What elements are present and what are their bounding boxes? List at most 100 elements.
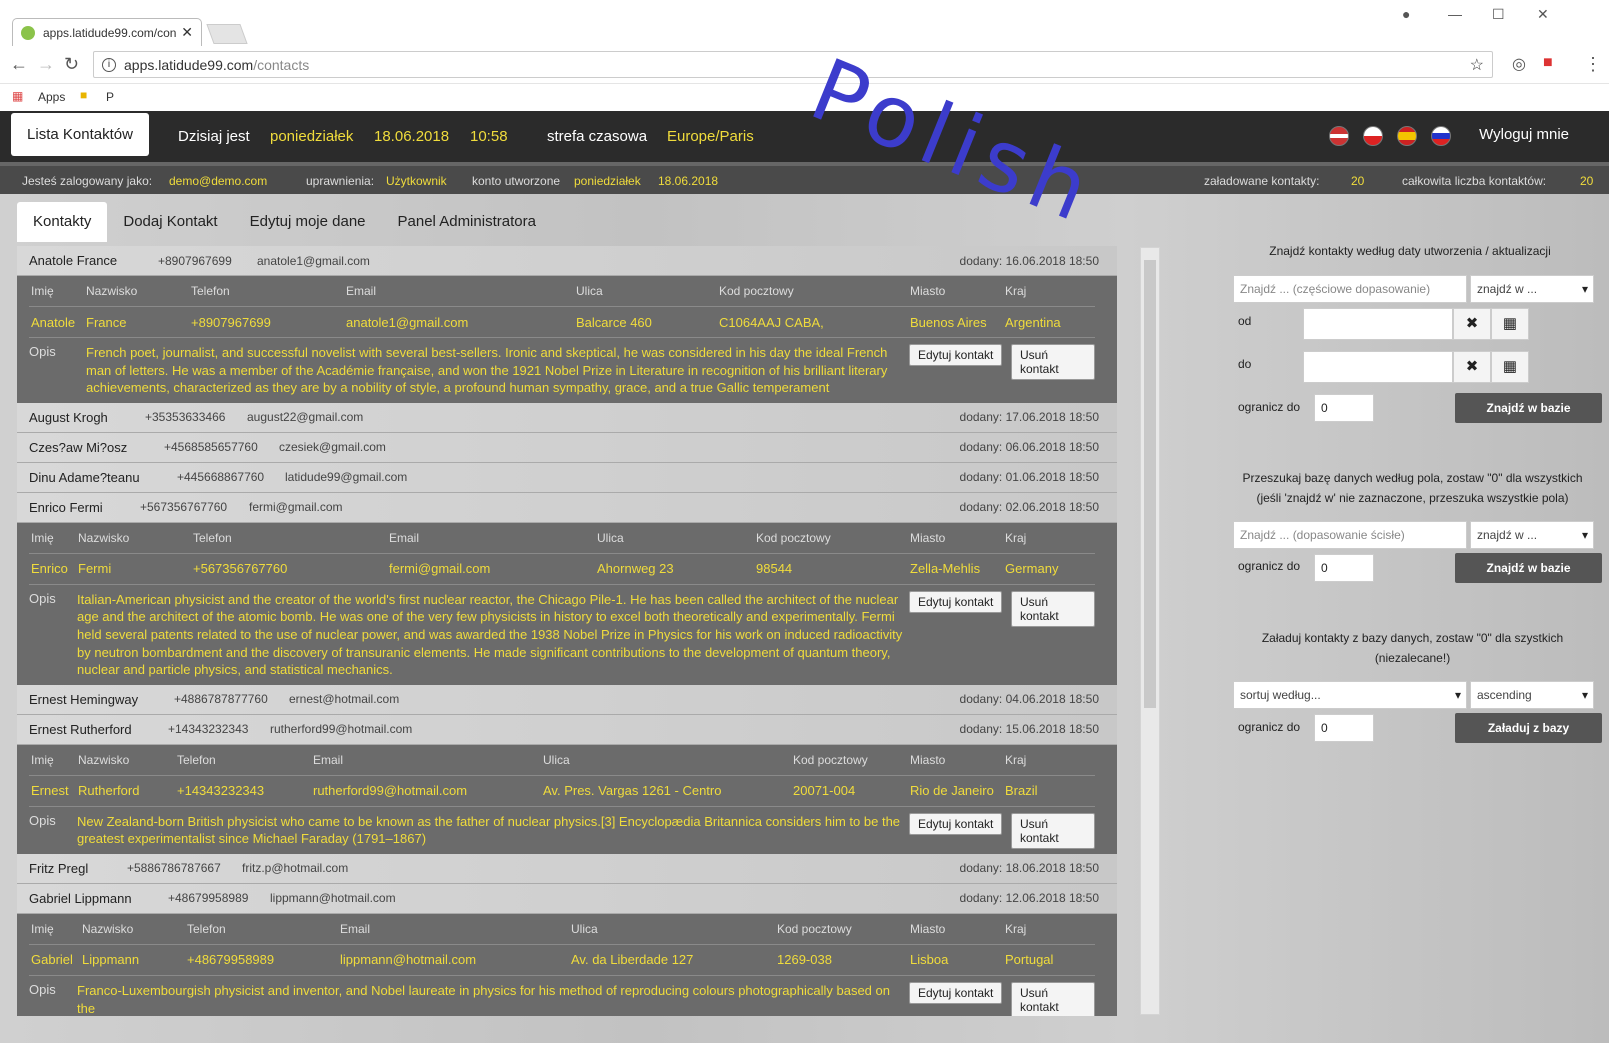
contact-row[interactable]: Czes?aw Mi?osz +4568585657760 czesiek@gm… [17, 432, 1117, 463]
value-imie: Ernest [31, 783, 69, 799]
col-telefon: Telefon [193, 530, 232, 545]
value-email: lippmann@hotmail.com [340, 952, 477, 968]
limit-input[interactable]: 0 [1314, 714, 1374, 742]
scrollbar-thumb[interactable] [1144, 260, 1156, 708]
col-email: Email [313, 752, 344, 767]
field-search-title: Przeszukaj bazę danych według pola, zost… [1242, 471, 1583, 485]
star-icon[interactable]: ☆ [1470, 55, 1484, 75]
brand-button[interactable]: Lista Kontaktów [11, 113, 149, 156]
contact-email: anatole1@gmail.com [257, 253, 370, 268]
edit-contact-button[interactable]: Edytuj kontakt [909, 812, 1003, 835]
bookmark-p[interactable]: P [106, 90, 114, 104]
value-imie: Anatole [31, 314, 76, 330]
apps-grid-icon[interactable]: ▦ [12, 89, 23, 103]
contact-row[interactable]: Enrico Fermi +567356767760 fermi@gmail.c… [17, 492, 1117, 523]
bookmark-apps[interactable]: Apps [38, 90, 65, 104]
calendar-to-icon[interactable]: ▦ [1491, 351, 1529, 383]
find-in-db-button[interactable]: Znajdź w bazie [1455, 553, 1602, 583]
date-find-in-select[interactable]: znajdź w ... [1470, 275, 1594, 303]
maximize-icon[interactable]: ☐ [1492, 6, 1505, 23]
field-search-subtitle: (jeśli 'znajdź w' nie zaznaczone, przesz… [1256, 491, 1569, 505]
delete-contact-button[interactable]: Usuń kontakt [1011, 812, 1095, 849]
col-kraj: Kraj [1005, 921, 1027, 936]
flag-es-icon[interactable] [1397, 126, 1417, 146]
sort-by-select[interactable]: sortuj według... [1233, 681, 1467, 709]
col-imie: Imię [31, 530, 54, 545]
timezone-value: Europe/Paris [667, 128, 754, 145]
contact-row[interactable]: Ernest Rutherford +14343232343 rutherfor… [17, 714, 1117, 745]
contact-phone: +4886787877760 [174, 692, 268, 707]
delete-contact-button[interactable]: Usuń kontakt [1011, 590, 1095, 627]
logout-button[interactable]: Wyloguj mnie [1479, 126, 1569, 143]
new-tab-button[interactable] [206, 24, 248, 44]
date-search-input[interactable]: Znajdź ... (częściowe dopasowanie) [1233, 275, 1467, 303]
contact-row[interactable]: Gabriel Lippmann +48679958989 lippmann@h… [17, 883, 1117, 914]
flag-ru-icon[interactable] [1431, 126, 1451, 146]
contact-email: fritz.p@hotmail.com [242, 861, 349, 876]
tab-dodaj-kontakt[interactable]: Dodaj Kontakt [107, 202, 233, 242]
address-bar[interactable]: i apps.latidude99.com /contacts ☆ [93, 51, 1493, 78]
contact-row[interactable]: August Krogh +35353633466 august22@gmail… [17, 402, 1117, 433]
contact-name: Czes?aw Mi?osz [29, 439, 128, 455]
value-telefon: +567356767760 [193, 561, 288, 577]
created-date: 18.06.2018 [658, 174, 719, 188]
calendar-from-icon[interactable]: ▦ [1491, 308, 1529, 340]
contact-added: dodany: 16.06.2018 18:50 [959, 253, 1099, 268]
total-label: całkowita liczba kontaktów: [1402, 174, 1547, 188]
contact-row[interactable]: Fritz Pregl +5886786787667 fritz.p@hotma… [17, 853, 1117, 884]
browser-tab[interactable]: apps.latidude99.com/con ✕ [12, 18, 202, 46]
edit-contact-button[interactable]: Edytuj kontakt [909, 590, 1003, 613]
from-date-input[interactable] [1303, 308, 1453, 340]
contact-added: dodany: 17.06.2018 18:50 [959, 410, 1099, 425]
contact-list-scrollbar[interactable] [1140, 247, 1160, 1015]
col-telefon: Telefon [187, 921, 226, 936]
delete-contact-button[interactable]: Usuń kontakt [1011, 344, 1095, 380]
description-text: New Zealand-born British physicist who c… [77, 813, 901, 847]
flag-pl-icon[interactable] [1363, 126, 1383, 146]
close-window-icon[interactable]: ✕ [1537, 6, 1549, 23]
find-in-db-button[interactable]: Znajdź w bazie [1455, 393, 1602, 423]
info-icon[interactable]: i [102, 57, 116, 72]
value-miasto: Zella-Mehlis [910, 561, 981, 577]
col-nazwisko: Nazwisko [78, 752, 130, 767]
reload-icon[interactable]: ↻ [64, 54, 79, 75]
flag-uk-icon[interactable] [1329, 126, 1349, 146]
minimize-icon[interactable]: — [1448, 6, 1462, 22]
limit-input[interactable]: 0 [1314, 394, 1374, 422]
limit-input[interactable]: 0 [1314, 554, 1374, 582]
contact-name: Ernest Rutherford [29, 721, 132, 737]
description-label: Opis [29, 981, 56, 997]
timezone-label: strefa czasowa [547, 128, 648, 145]
profile-icon[interactable]: ● [1402, 6, 1410, 22]
col-telefon: Telefon [177, 752, 216, 767]
field-search-input[interactable]: Znajdź ... (dopasowanie ścisłe) [1233, 521, 1467, 549]
menu-dots-icon[interactable]: ⋮ [1584, 54, 1602, 75]
contact-row[interactable]: Ernest Hemingway +4886787877760 ernest@h… [17, 684, 1117, 715]
to-date-input[interactable] [1303, 351, 1453, 383]
clear-to-icon[interactable]: ✖ [1453, 351, 1491, 383]
contact-name: Gabriel Lippmann [29, 890, 132, 906]
extension-badge-icon[interactable]: ■ [1543, 54, 1553, 72]
tab-panel-administratora[interactable]: Panel Administratora [382, 202, 552, 242]
tab-kontakty[interactable]: Kontakty [17, 202, 108, 242]
contact-row[interactable]: Anatole France +8907967699 anatole1@gmai… [17, 246, 1117, 276]
value-miasto: Buenos Aires [910, 314, 987, 330]
load-subtitle: (niezalecane!) [1374, 651, 1451, 665]
clear-from-icon[interactable]: ✖ [1453, 308, 1491, 340]
today-day: poniedziałek [270, 128, 354, 145]
close-tab-icon[interactable]: ✕ [181, 24, 193, 41]
col-ulica: Ulica [571, 921, 598, 936]
edit-contact-button[interactable]: Edytuj kontakt [909, 344, 1003, 366]
load-from-db-button[interactable]: Załaduj z bazy [1455, 713, 1602, 743]
col-kod: Kod pocztowy [756, 530, 831, 545]
extension-icon[interactable]: ◎ [1512, 54, 1526, 74]
back-icon[interactable]: ← [10, 54, 28, 75]
edit-contact-button[interactable]: Edytuj kontakt [909, 981, 1003, 1004]
tab-edytuj-dane[interactable]: Edytuj moje dane [234, 202, 382, 242]
contact-row[interactable]: Dinu Adame?teanu +445668867760 latidude9… [17, 462, 1117, 493]
sort-order-select[interactable]: ascending [1470, 681, 1594, 709]
delete-contact-button[interactable]: Usuń kontakt [1011, 981, 1095, 1016]
forward-icon[interactable]: → [37, 54, 55, 75]
field-find-in-select[interactable]: znajdź w ... [1470, 521, 1594, 549]
value-kraj: Argentina [1005, 314, 1061, 330]
